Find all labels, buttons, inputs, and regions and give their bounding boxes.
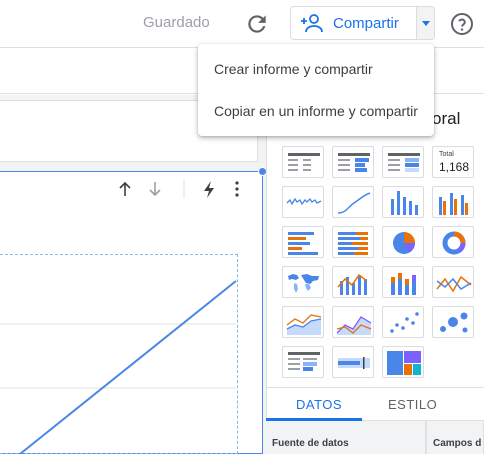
- chart-type-bar[interactable]: [282, 226, 324, 258]
- time-series-icon: [436, 275, 472, 293]
- chart-type-stacked-area[interactable]: [332, 306, 374, 338]
- chart-type-donut[interactable]: [432, 226, 474, 258]
- tab-estilo[interactable]: ESTILO: [388, 397, 437, 412]
- chart-type-sparkline[interactable]: [282, 186, 324, 218]
- chart-type-stacked-bar[interactable]: [332, 226, 374, 258]
- line-chart: [0, 280, 237, 454]
- share-button[interactable]: Compartir: [290, 6, 417, 40]
- area-chart-icon: [286, 314, 322, 335]
- series-line: [19, 280, 237, 454]
- share-menu: Crear informe y compartir Copiar en un i…: [198, 44, 434, 136]
- menu-item-copy-report-share[interactable]: Copiar en un informe y compartir: [198, 89, 434, 133]
- share-button-label: Compartir: [333, 14, 399, 32]
- chart-type-time-series[interactable]: [432, 266, 474, 298]
- more-vert-icon[interactable]: [235, 181, 239, 197]
- sparkline-icon: [286, 197, 322, 206]
- chart-type-table-heatmap[interactable]: [382, 146, 424, 178]
- chart-type-pie[interactable]: [382, 226, 424, 258]
- panel-tabs: DATOS ESTILO: [266, 387, 484, 421]
- top-bar: Guardado Compartir: [0, 0, 484, 48]
- chart-type-smooth-line[interactable]: [332, 186, 374, 218]
- share-dropdown-toggle[interactable]: [416, 6, 435, 40]
- chart-type-scorecard[interactable]: Total 1,168: [432, 146, 474, 178]
- bolt-icon[interactable]: [204, 181, 214, 198]
- pie-chart-icon: [393, 232, 415, 254]
- tab-datos[interactable]: DATOS: [296, 397, 342, 412]
- chart-type-stacked-column[interactable]: [382, 266, 424, 298]
- data-source-section: Fuente de datos: [266, 421, 426, 454]
- smooth-line-icon: [337, 192, 371, 214]
- donut-chart-icon: [442, 231, 466, 255]
- stacked-bar-icon: [338, 232, 368, 255]
- add-person-icon: [301, 14, 323, 33]
- bar-chart-icon: [288, 232, 318, 255]
- panel-title: oral: [432, 109, 461, 128]
- bubble-chart-icon: [440, 312, 468, 333]
- menu-item-create-report-share[interactable]: Crear informe y compartir: [198, 47, 434, 91]
- chart-type-grouped-column[interactable]: [432, 186, 474, 218]
- scorecard-value: 1,168: [439, 160, 470, 174]
- treemap-icon: [387, 351, 421, 375]
- chart-type-table-bars[interactable]: [332, 146, 374, 178]
- chart-type-table[interactable]: [282, 146, 324, 178]
- stacked-area-icon: [336, 316, 372, 335]
- chart-type-pivot-table[interactable]: [282, 346, 324, 378]
- pivot-table-icon: [288, 352, 320, 371]
- chevron-down-icon: [422, 21, 430, 26]
- combo-chart-icon: [337, 273, 368, 295]
- chart-type-geo-map[interactable]: [282, 266, 324, 298]
- chart-type-bullet[interactable]: [332, 346, 374, 378]
- data-source-header: Fuente de datos: [272, 438, 349, 449]
- bullet-chart-icon: [338, 357, 370, 369]
- saved-status: Guardado: [143, 14, 210, 31]
- table-heatmap-icon: [388, 153, 420, 172]
- fields-header: Campos d: [433, 438, 482, 449]
- chart-type-column[interactable]: [382, 186, 424, 218]
- chart-type-combo[interactable]: [332, 266, 374, 298]
- scatter-chart-icon: [390, 312, 419, 333]
- chart-type-bubble[interactable]: [432, 306, 474, 338]
- help-icon[interactable]: [450, 12, 474, 36]
- sort-descending-icon[interactable]: [149, 182, 161, 197]
- table-bars-icon: [338, 153, 370, 172]
- column-chart-icon: [391, 191, 418, 215]
- scorecard-title: Total: [439, 151, 454, 158]
- chart-toolbar: [119, 180, 239, 198]
- refresh-icon[interactable]: [244, 11, 270, 37]
- chart-type-treemap[interactable]: [382, 346, 424, 378]
- chart-type-scatter[interactable]: [382, 306, 424, 338]
- table-icon: [288, 153, 320, 171]
- geo-map-icon: [288, 274, 319, 293]
- chart-type-area[interactable]: [282, 306, 324, 338]
- stacked-column-icon: [391, 273, 416, 295]
- grouped-column-icon: [439, 193, 468, 215]
- fields-section: Campos d: [426, 421, 484, 454]
- sort-ascending-icon[interactable]: [119, 181, 131, 196]
